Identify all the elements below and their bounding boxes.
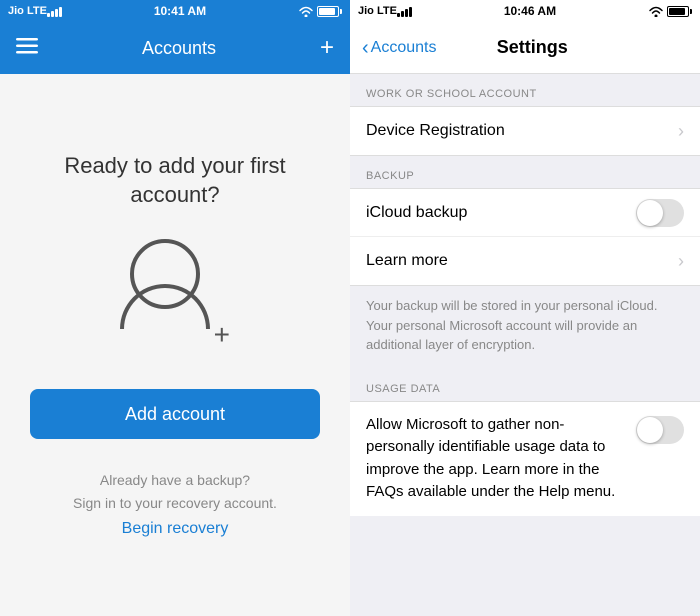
wifi-icon bbox=[298, 5, 314, 17]
backup-label: BACKUP bbox=[350, 156, 700, 188]
left-status-bar: Jio LTE 10:41 AM bbox=[0, 0, 350, 22]
add-account-nav-button[interactable]: + bbox=[320, 36, 334, 60]
right-status-icons bbox=[648, 5, 692, 17]
right-panel: Jio LTE 10:46 AM ‹ Accounts Settings bbox=[350, 0, 700, 616]
work-school-section: WORK OR SCHOOL ACCOUNT Device Registrati… bbox=[350, 74, 700, 156]
learn-more-chevron-icon: › bbox=[678, 251, 684, 272]
device-registration-chevron-icon: › bbox=[678, 121, 684, 142]
left-signal-icon bbox=[47, 5, 62, 17]
backup-group: iCloud backup Learn more › bbox=[350, 188, 700, 286]
icloud-backup-toggle[interactable] bbox=[636, 199, 684, 227]
right-nav-title: Settings bbox=[436, 37, 628, 58]
right-carrier: Jio LTE bbox=[358, 5, 397, 17]
usage-data-section: USAGE DATA Allow Microsoft to gather non… bbox=[350, 369, 700, 516]
device-registration-label: Device Registration bbox=[366, 122, 678, 140]
usage-toggle-knob bbox=[637, 417, 663, 443]
begin-recovery-link[interactable]: Begin recovery bbox=[122, 520, 229, 538]
left-content-area: Ready to add your first account? + Add a… bbox=[0, 74, 350, 616]
hamburger-menu-icon[interactable] bbox=[16, 38, 38, 59]
left-status-icons bbox=[298, 5, 342, 17]
learn-more-row[interactable]: Learn more › bbox=[350, 237, 700, 285]
left-time: 10:41 AM bbox=[62, 4, 298, 18]
device-registration-row[interactable]: Device Registration › bbox=[350, 107, 700, 155]
right-time: 10:46 AM bbox=[412, 4, 648, 18]
back-button[interactable]: ‹ Accounts bbox=[362, 38, 436, 58]
left-nav-bar: Accounts + bbox=[0, 22, 350, 74]
left-nav-title: Accounts bbox=[38, 38, 320, 59]
left-carrier: Jio LTE bbox=[8, 5, 47, 17]
right-wifi-icon bbox=[648, 5, 664, 17]
usage-data-text: Allow Microsoft to gather non-personally… bbox=[366, 414, 624, 504]
backup-info-text: Your backup will be stored in your perso… bbox=[350, 286, 700, 369]
usage-data-toggle[interactable] bbox=[636, 416, 684, 444]
right-battery-icon bbox=[667, 6, 692, 17]
right-status-bar: Jio LTE 10:46 AM bbox=[350, 0, 700, 22]
left-panel: Jio LTE 10:41 AM bbox=[0, 0, 350, 616]
icloud-backup-row[interactable]: iCloud backup bbox=[350, 189, 700, 237]
avatar-add-illustration: + bbox=[120, 239, 230, 349]
back-chevron-icon: ‹ bbox=[362, 38, 369, 58]
back-label: Accounts bbox=[371, 39, 437, 57]
work-school-label: WORK OR SCHOOL ACCOUNT bbox=[350, 74, 700, 106]
prompt-text: Ready to add your first account? bbox=[20, 152, 330, 209]
recovery-line1: Already have a backup? Sign in to your r… bbox=[73, 469, 277, 514]
learn-more-label: Learn more bbox=[366, 252, 678, 270]
toggle-knob bbox=[637, 200, 663, 226]
right-signal-icon bbox=[397, 5, 412, 17]
usage-data-row: Allow Microsoft to gather non-personally… bbox=[350, 401, 700, 516]
backup-section: BACKUP iCloud backup Learn more › Your b… bbox=[350, 156, 700, 369]
left-battery-icon bbox=[317, 6, 342, 17]
work-school-group: Device Registration › bbox=[350, 106, 700, 156]
right-nav-bar: ‹ Accounts Settings bbox=[350, 22, 700, 74]
usage-data-label: USAGE DATA bbox=[350, 369, 700, 401]
avatar-plus-icon: + bbox=[214, 321, 230, 349]
icloud-backup-label: iCloud backup bbox=[366, 204, 636, 222]
add-account-button[interactable]: Add account bbox=[30, 389, 320, 439]
settings-content: WORK OR SCHOOL ACCOUNT Device Registrati… bbox=[350, 74, 700, 616]
